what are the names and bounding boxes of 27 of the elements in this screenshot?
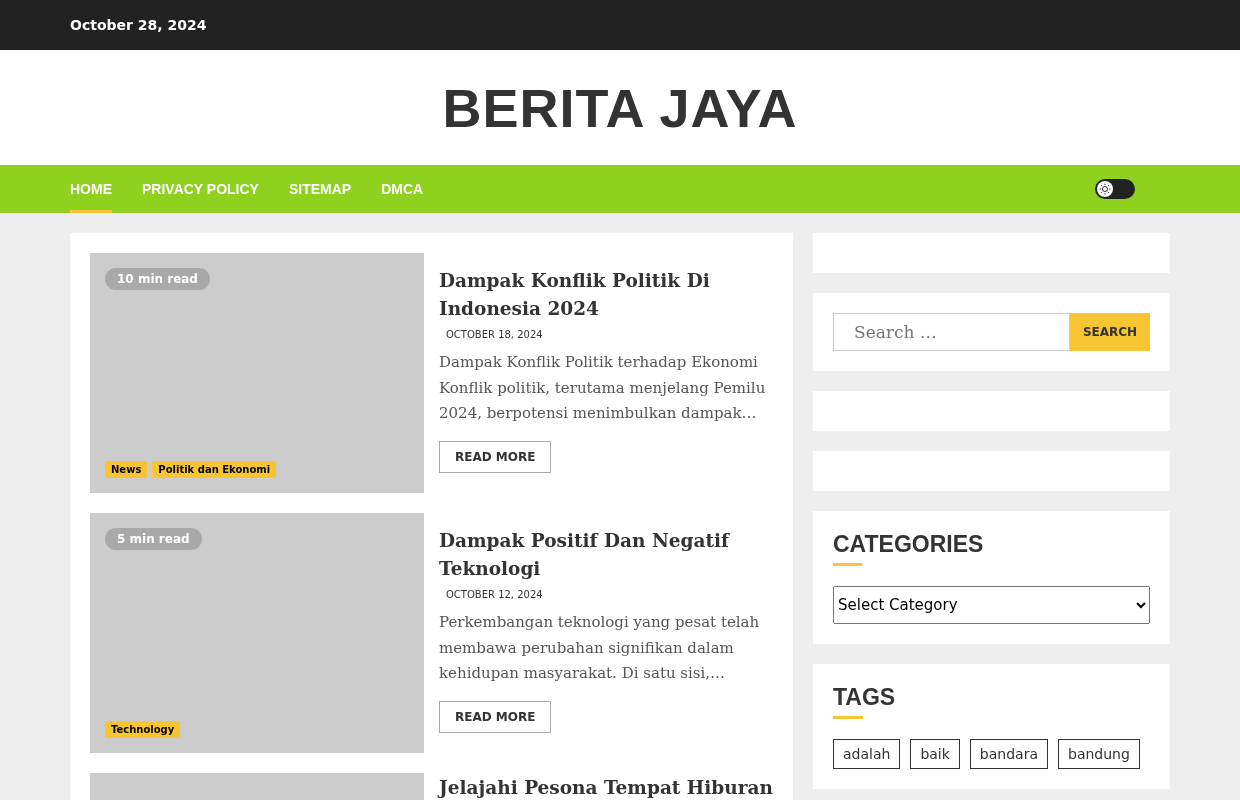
dark-mode-toggle[interactable]: [1095, 179, 1135, 199]
sun-icon: [1097, 181, 1113, 197]
search-field[interactable]: Search …: [833, 313, 1070, 351]
post-date: OCTOBER 12, 2024: [446, 589, 543, 600]
post-excerpt: Perkembangan teknologi yang pesat telah membawa perubahan signifikan dalam kehidupan masyarakat. Di satu sisi,…: [439, 612, 761, 684]
post-excerpt: Dampak Konflik Politik terhadap Ekonomi Konflik politik, terutama menjelang Pemilu 2024, berpotensi menimbulkan dampak…: [439, 352, 767, 424]
date-text: October 28, 2024: [70, 17, 207, 33]
widget-heading: TAGS: [833, 684, 896, 719]
post-title[interactable]: Dampak Konflik Politik Di Indonesia 2024: [439, 267, 773, 323]
search-button[interactable]: SEARCH: [1070, 313, 1150, 351]
post-title[interactable]: Dampak Positif Dan Negatif Teknologi: [439, 527, 773, 583]
read-more-button[interactable]: READ MORE: [439, 440, 552, 473]
category-tag[interactable]: Politik dan Ekonomi: [152, 461, 277, 478]
tag-link[interactable]: bandara: [969, 739, 1048, 769]
read-time-badge: 5 min read: [105, 528, 202, 550]
post-date: OCTOBER 18, 2024: [446, 329, 543, 340]
tag-link[interactable]: adalah: [833, 739, 901, 769]
category-tag[interactable]: News: [105, 461, 148, 478]
post-title[interactable]: Jelajahi Pesona Tempat Hiburan: [439, 777, 773, 799]
site-title[interactable]: BERITA JAYA: [442, 76, 798, 139]
category-tag[interactable]: Technology: [105, 721, 181, 738]
category-select[interactable]: Select Category: [833, 586, 1150, 624]
read-more-button[interactable]: READ MORE: [439, 700, 552, 733]
widget-heading: CATEGORIES: [833, 531, 984, 566]
tag-link[interactable]: bandung: [1058, 739, 1140, 769]
read-time-badge: 10 min read: [105, 268, 210, 290]
tag-link[interactable]: baik: [910, 739, 960, 769]
